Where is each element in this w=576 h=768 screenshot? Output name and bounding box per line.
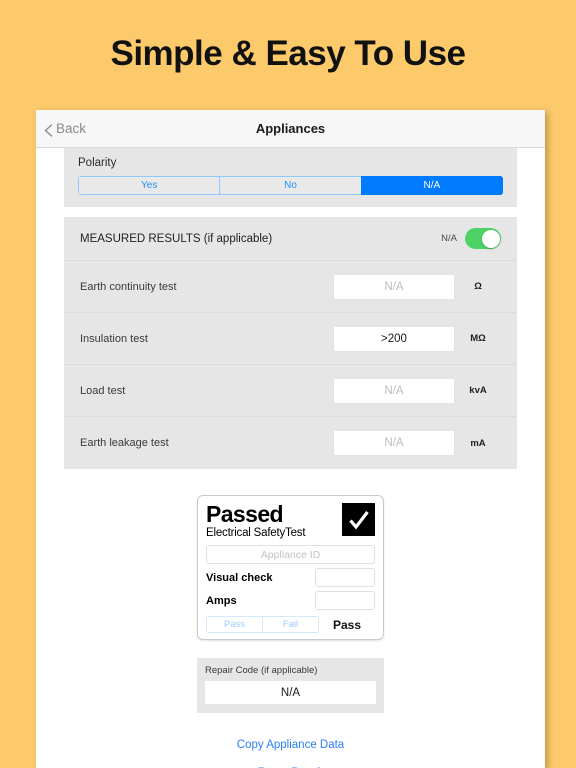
pass-label-titles: Passed Electrical SafetyTest — [206, 501, 306, 539]
test-row: Earth leakage test N/A mA — [64, 417, 517, 469]
test-value-input[interactable]: >200 — [333, 325, 455, 352]
promo-headline: Simple & Easy To Use — [110, 34, 466, 73]
test-label: Load test — [80, 384, 126, 397]
measured-results-title: MEASURED RESULTS (if applicable) — [80, 232, 273, 245]
test-row: Insulation test >200 MΩ — [64, 313, 517, 365]
back-button-label: Back — [56, 121, 87, 136]
form-scroll-area[interactable]: Polarity Yes No N/A MEASURED RESULTS (if… — [36, 148, 545, 768]
test-value-input[interactable]: N/A — [333, 273, 455, 300]
visual-check-input[interactable] — [315, 568, 375, 588]
polarity-label: Polarity — [78, 157, 117, 169]
test-unit: kvA — [469, 385, 487, 396]
polarity-option-na[interactable]: N/A — [360, 176, 503, 195]
test-unit: Ω — [474, 281, 482, 292]
amps-row: Amps — [206, 591, 375, 611]
visual-check-label: Visual check — [206, 571, 273, 584]
polarity-option-yes[interactable]: Yes — [78, 176, 220, 195]
test-unit: MΩ — [470, 333, 486, 344]
polarity-option-no[interactable]: No — [219, 176, 361, 195]
pass-option[interactable]: Pass — [206, 616, 262, 634]
toggle-knob — [481, 229, 500, 248]
repair-code-label: Repair Code (if applicable) — [205, 665, 318, 677]
pass-label-subtitle: Electrical SafetyTest — [206, 526, 306, 539]
polarity-section: Polarity Yes No N/A — [64, 148, 517, 207]
test-label: Earth continuity test — [80, 280, 177, 293]
pass-fail-segmented-control[interactable]: Pass Fail — [206, 616, 319, 634]
pass-result-text: Pass — [332, 617, 362, 632]
appliance-id-input[interactable]: Appliance ID — [206, 545, 375, 565]
test-value-input[interactable]: N/A — [333, 377, 455, 404]
back-button[interactable]: Back — [44, 121, 87, 137]
test-label: Insulation test — [80, 332, 148, 345]
pass-label-status: Passed — [206, 501, 284, 527]
navigation-bar: Back Appliances — [36, 110, 545, 148]
visual-check-row: Visual check — [206, 568, 375, 588]
measured-results-toggle[interactable] — [465, 228, 501, 249]
test-value-input[interactable]: N/A — [333, 430, 455, 456]
measured-results-section: MEASURED RESULTS (if applicable) N/A Ear… — [64, 217, 517, 469]
repair-code-input[interactable]: N/A — [205, 681, 376, 705]
pass-label-card: Passed Electrical SafetyTest Appliance I… — [197, 495, 384, 641]
measured-results-header: MEASURED RESULTS (if applicable) N/A — [64, 217, 517, 261]
pass-label-container: Passed Electrical SafetyTest Appliance I… — [36, 495, 545, 641]
amps-input[interactable] — [315, 591, 375, 611]
test-row: Load test N/A kvA — [64, 365, 517, 417]
pass-fail-row: Pass Fail Pass — [206, 616, 375, 634]
chevron-left-icon — [44, 124, 53, 137]
amps-label: Amps — [206, 594, 237, 607]
action-links: Copy Appliance Data Reset Result Back to… — [36, 739, 545, 768]
fail-option[interactable]: Fail — [262, 616, 319, 634]
page-title: Appliances — [255, 121, 326, 136]
test-row: Earth continuity test N/A Ω — [64, 261, 517, 313]
section-gap — [36, 207, 545, 217]
test-unit: mA — [470, 437, 486, 449]
test-label: Earth leakage test — [80, 437, 169, 449]
copy-appliance-data-link[interactable]: Copy Appliance Data — [36, 739, 545, 751]
polarity-segmented-control[interactable]: Yes No N/A — [78, 176, 503, 195]
measured-results-toggle-label: N/A — [441, 233, 457, 244]
checkmark-icon — [342, 503, 375, 536]
repair-code-section: Repair Code (if applicable) N/A — [197, 658, 384, 714]
pass-label-header: Passed Electrical SafetyTest — [206, 503, 375, 539]
device-screen: Back Appliances Polarity Yes No N/A MEAS… — [36, 110, 545, 768]
